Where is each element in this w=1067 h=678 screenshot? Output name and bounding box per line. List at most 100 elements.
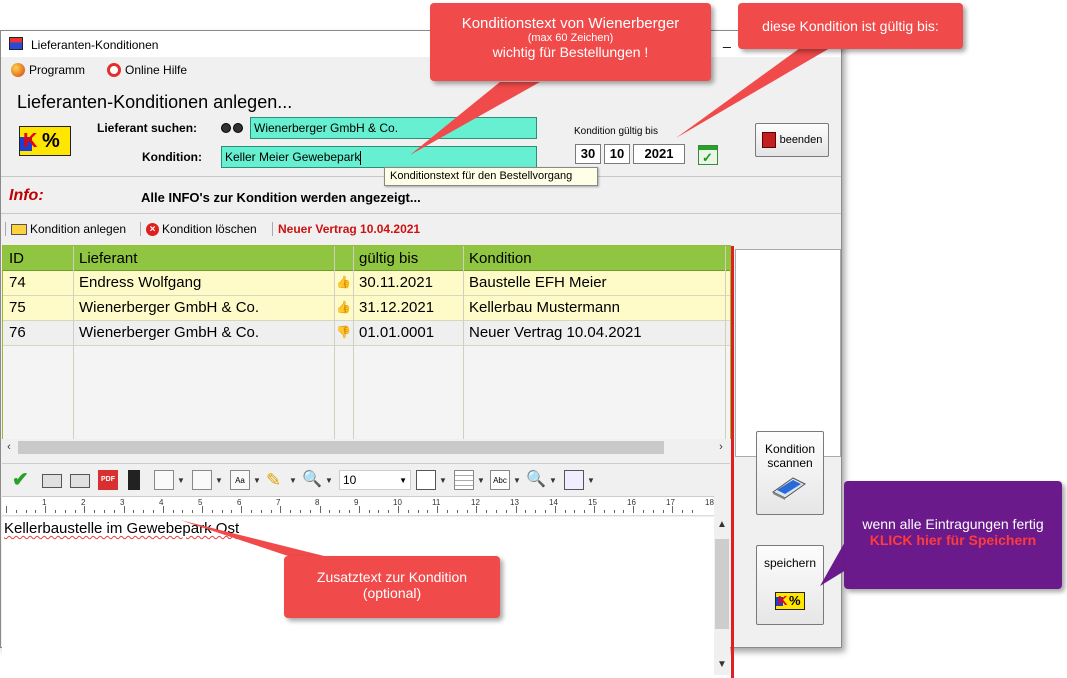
exit-button[interactable]: beenden [755, 123, 829, 157]
dropdown-arrow-icon[interactable]: ▼ [325, 476, 333, 485]
dropdown-arrow-icon[interactable]: ▼ [215, 476, 223, 485]
delete-icon: × [146, 222, 159, 236]
insert-document-icon[interactable] [154, 470, 174, 490]
column-supplier[interactable]: Lieferant [79, 250, 137, 267]
supplier-search-input[interactable]: Wienerberger GmbH & Co. [250, 117, 537, 139]
thumbs-up-icon: 👍 [336, 275, 351, 289]
scrollbar-thumb[interactable] [715, 539, 729, 629]
dropdown-arrow-icon[interactable]: ▼ [439, 476, 447, 485]
save-button[interactable]: speichern K % [756, 545, 824, 625]
highlighter-icon[interactable]: ✎ [266, 470, 286, 490]
condition-input[interactable]: Keller Meier Gewebepark [221, 146, 537, 168]
scroll-left-icon[interactable]: ‹ [2, 439, 16, 456]
dropdown-arrow-icon[interactable]: ▼ [477, 476, 485, 485]
ruler-number: 6 [237, 498, 242, 507]
font-size-select[interactable]: 10 ▼ [339, 470, 411, 490]
ruler-tick [241, 506, 243, 513]
ruler-tick [564, 510, 566, 513]
window-title: Lieferanten-Konditionen [31, 38, 159, 52]
ruler-tick [153, 510, 154, 513]
ruler-tick [525, 510, 527, 513]
add-condition-button[interactable]: Kondition anlegen [11, 222, 126, 236]
column-condition[interactable]: Kondition [469, 250, 532, 267]
export-icon[interactable] [128, 470, 140, 490]
ruler-tick [349, 510, 350, 513]
spellcheck-icon[interactable]: Abc [490, 470, 510, 490]
callout-condition-text: Konditionstext von Wienerberger (max 60 … [430, 3, 711, 81]
ruler-number: 15 [588, 498, 597, 507]
table-row[interactable]: 74 Endress Wolfgang 👍 30.11.2021 Baustel… [3, 271, 730, 296]
minimize-button[interactable]: _ [723, 33, 737, 47]
ruler-tick [535, 510, 537, 513]
pdf-icon[interactable]: PDF [98, 470, 118, 490]
menu-programm[interactable]: Programm [11, 63, 85, 77]
callout-condition-note: wichtig für Bestellungen ! [492, 44, 649, 60]
scan-condition-button[interactable]: Kondition scannen [756, 431, 824, 515]
ruler-tick [339, 510, 341, 513]
dropdown-arrow-icon[interactable]: ▼ [513, 476, 521, 485]
callout-condition-title: Konditionstext von Wienerberger [461, 15, 680, 32]
calendar-check-icon[interactable]: ✓ [698, 145, 718, 165]
exit-button-label: beenden [779, 134, 823, 146]
callout-save-line2: KLICK hier für Speichern [869, 532, 1037, 548]
editor-vertical-scrollbar[interactable]: ▲ ▼ [714, 517, 730, 675]
dropdown-arrow-icon[interactable]: ▼ [549, 476, 557, 485]
date-day-input[interactable]: 30 [575, 144, 601, 164]
column-id[interactable]: ID [9, 250, 24, 267]
print-preview-icon[interactable] [70, 474, 90, 488]
column-valid-until[interactable]: gültig bis [359, 250, 418, 267]
scrollbar-thumb[interactable] [18, 441, 664, 454]
print-icon[interactable] [42, 474, 62, 488]
table-icon[interactable] [454, 470, 474, 490]
cell-condition: Baustelle EFH Meier [469, 274, 607, 291]
date-month-input[interactable]: 10 [604, 144, 630, 164]
condition-tooltip: Konditionstext für den Bestellvorgang [384, 167, 598, 186]
ruler: 1 2 3 4 5 6 7 8 9 10 11 12 13 14 15 16 17 18 [2, 496, 714, 516]
document-properties-icon[interactable] [564, 470, 584, 490]
cell-supplier: Wienerberger GmbH & Co. [79, 299, 260, 316]
delete-condition-button[interactable]: × Kondition löschen [146, 222, 257, 236]
ruler-tick [25, 510, 27, 513]
font-style-icon[interactable]: Aa [230, 470, 250, 490]
dropdown-arrow-icon[interactable]: ▼ [177, 476, 185, 485]
new-contract-label[interactable]: Neuer Vertrag 10.04.2021 [278, 222, 420, 236]
dropdown-arrow-icon[interactable]: ▼ [587, 476, 595, 485]
ruler-tick [368, 510, 370, 513]
menu-online-hilfe[interactable]: Online Hilfe [107, 63, 187, 77]
ruler-tick [407, 510, 409, 513]
cell-valid-until: 30.11.2021 [359, 274, 433, 291]
table-row[interactable]: 75 Wienerberger GmbH & Co. 👍 31.12.2021 … [3, 296, 730, 321]
zoom-icon[interactable]: 🔍 [302, 470, 322, 490]
scroll-down-icon[interactable]: ▼ [714, 659, 730, 670]
ruler-tick [211, 510, 213, 513]
binoculars-icon[interactable] [221, 121, 245, 135]
ruler-tick [143, 510, 145, 513]
ruler-tick [378, 510, 380, 513]
ruler-tick [74, 510, 76, 513]
scroll-up-icon[interactable]: ▲ [714, 519, 730, 530]
ruler-number: 12 [471, 498, 480, 507]
table-row[interactable]: 76 Wienerberger GmbH & Co. 👎 01.01.0001 … [3, 321, 730, 346]
supplier-label: Lieferant suchen: [97, 121, 198, 135]
ruler-tick [35, 510, 37, 513]
check-icon[interactable]: ✔ [12, 470, 32, 490]
callout-extra-line1: Zusatztext zur Kondition [316, 569, 468, 585]
paragraph-icon[interactable] [416, 470, 436, 490]
ruler-number: 3 [120, 498, 125, 507]
find-replace-icon[interactable]: 🔍 [526, 470, 546, 490]
ruler-tick [643, 510, 644, 513]
info-label: Info: [9, 187, 44, 204]
cell-valid-until: 31.12.2021 [359, 299, 435, 316]
menu-programm-label: Programm [29, 63, 86, 77]
ruler-number: 7 [276, 498, 281, 507]
k-percent-icon: K % [775, 592, 805, 610]
ruler-tick [6, 506, 7, 513]
dropdown-arrow-icon[interactable]: ▼ [253, 476, 261, 485]
insert-page-icon[interactable] [192, 470, 212, 490]
add-condition-icon [11, 223, 27, 235]
date-year-input[interactable]: 2021 [633, 144, 685, 164]
scroll-right-icon[interactable]: › [714, 439, 728, 456]
dropdown-arrow-icon[interactable]: ▼ [289, 476, 297, 485]
grid-horizontal-scrollbar[interactable]: ‹ › [2, 439, 731, 456]
cell-supplier: Wienerberger GmbH & Co. [79, 324, 260, 341]
